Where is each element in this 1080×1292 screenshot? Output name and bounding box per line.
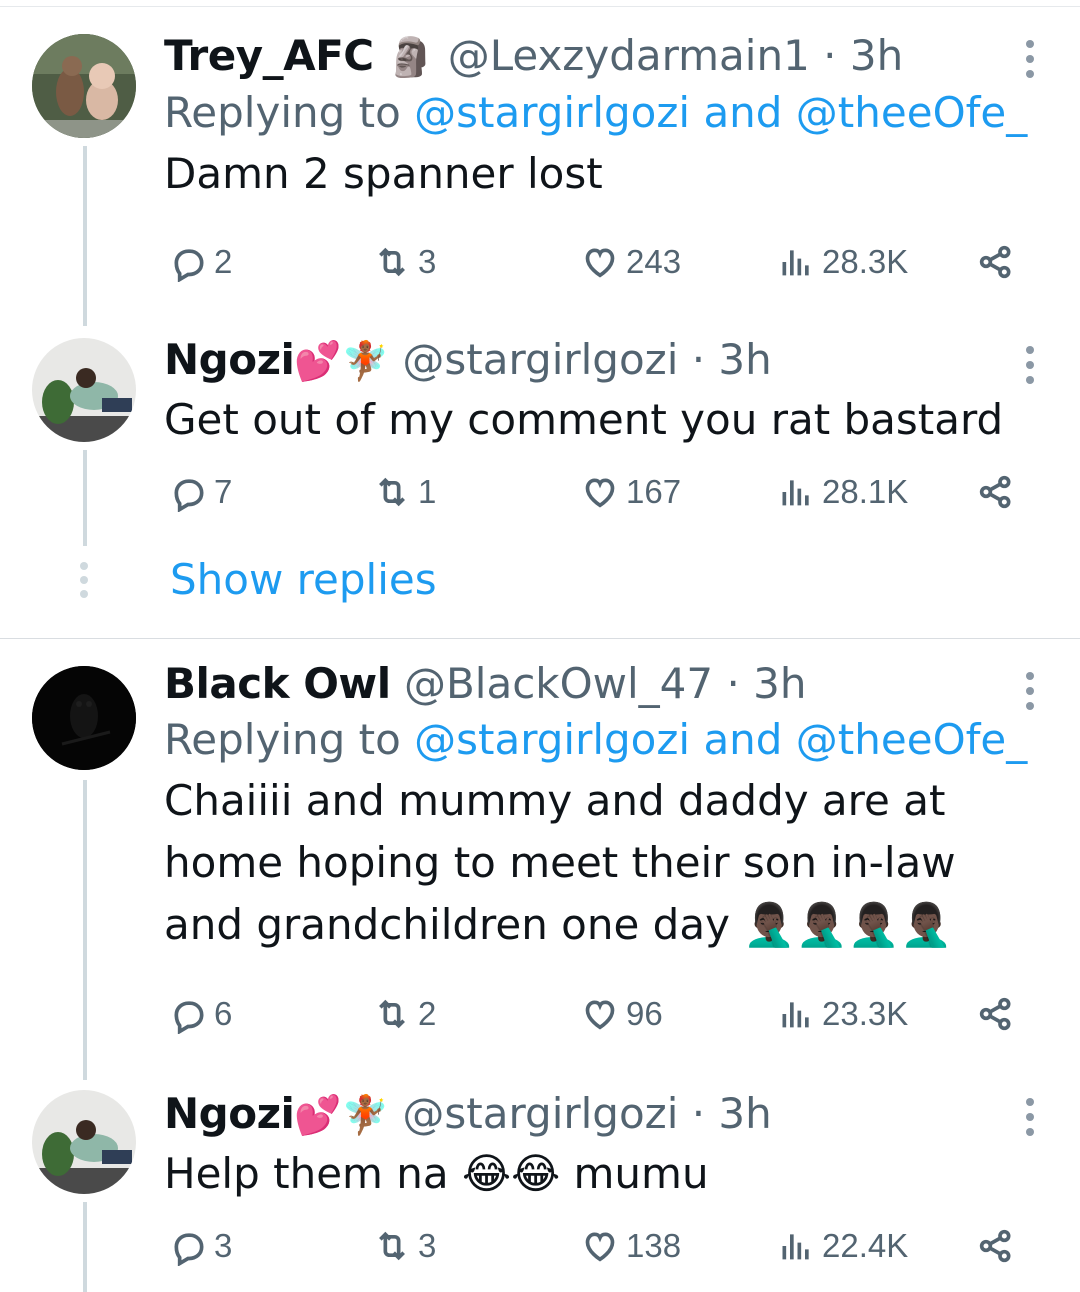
tweet-text: Get out of my comment you rat bastard	[164, 395, 1004, 444]
heart-icon	[585, 248, 615, 278]
replying-to: Replying to @stargirlgozi and @theeOfe_	[164, 715, 1028, 764]
views-icon	[782, 1002, 809, 1028]
views-button[interactable]: 28.1K	[776, 468, 908, 516]
avatar-ngozi[interactable]	[32, 338, 136, 442]
collapsed-thread-dots	[80, 562, 90, 604]
display-name[interactable]: Ngozi	[164, 1089, 295, 1138]
heart-fairy-emoji: 💕🧚🏾	[294, 339, 390, 383]
more-options-icon[interactable]	[1026, 672, 1036, 717]
more-options-icon[interactable]	[1026, 346, 1036, 391]
avatar-image	[32, 1090, 136, 1194]
avatar-image	[32, 338, 136, 442]
views-button[interactable]: 22.4K	[776, 1222, 908, 1270]
tweet-header: Black Owl @BlackOwl_47 · 3h	[164, 656, 1044, 712]
tweet-text: Help them na 😂😂 mumu	[164, 1149, 709, 1198]
retweet-button[interactable]: 3	[372, 1222, 436, 1270]
retweet-icon	[379, 999, 405, 1029]
reply-mentions-link[interactable]: @stargirlgozi and @theeOfe_	[414, 715, 1027, 764]
retweet-button[interactable]: 2	[372, 990, 436, 1038]
avatar-image	[32, 34, 136, 138]
views-button[interactable]: 23.3K	[776, 990, 908, 1038]
thread-connector	[83, 780, 87, 1080]
thread-divider	[0, 638, 1080, 639]
show-replies-link[interactable]: Show replies	[170, 552, 437, 608]
retweet-icon	[379, 1231, 405, 1261]
more-options-icon[interactable]	[1026, 40, 1036, 85]
moai-emoji: 🗿	[387, 35, 435, 79]
avatar-image	[32, 666, 136, 770]
handle-time[interactable]: @BlackOwl_47 · 3h	[404, 659, 807, 708]
handle-time[interactable]: @stargirlgozi · 3h	[402, 335, 771, 384]
avatar-trey[interactable]	[32, 34, 136, 138]
action-bar: 2 3 243 28.3K	[164, 238, 1034, 286]
display-name[interactable]: Trey_AFC	[164, 31, 374, 80]
heart-icon	[585, 1232, 615, 1262]
thread-connector	[83, 450, 87, 546]
reply-icon	[174, 1233, 204, 1266]
avatar-black-owl[interactable]	[32, 666, 136, 770]
views-icon	[782, 250, 809, 276]
reply-button[interactable]: 3	[168, 1222, 232, 1270]
tweet-header: Trey_AFC 🗿 @Lexzydarmain1 · 3h	[164, 28, 1020, 85]
like-button[interactable]: 96	[580, 990, 663, 1038]
retweet-icon	[379, 477, 405, 507]
handle-time[interactable]: @Lexzydarmain1 · 3h	[448, 31, 904, 80]
thread-connector	[83, 1202, 87, 1292]
tweet-text: Chaiiii and mummy and daddy are at home …	[164, 776, 956, 949]
tweet-text: Damn 2 spanner lost	[164, 149, 603, 198]
views-icon	[782, 1234, 809, 1260]
action-bar: 6 2 96 23.3K	[164, 990, 1034, 1038]
like-button[interactable]: 167	[580, 468, 681, 516]
share-icon	[979, 1229, 1011, 1263]
views-button[interactable]: 28.3K	[776, 238, 908, 286]
share-button[interactable]	[976, 1222, 1016, 1270]
reply-button[interactable]: 7	[168, 468, 232, 516]
top-divider	[0, 6, 1080, 7]
reply-icon	[174, 479, 204, 512]
avatar-ngozi[interactable]	[32, 1090, 136, 1194]
share-icon	[979, 475, 1011, 509]
share-button[interactable]	[976, 468, 1016, 516]
display-name[interactable]: Black Owl	[164, 659, 391, 708]
retweet-button[interactable]: 3	[372, 238, 436, 286]
reply-icon	[174, 249, 204, 282]
like-button[interactable]: 138	[580, 1222, 681, 1270]
more-options-icon[interactable]	[1026, 1098, 1036, 1143]
action-bar: 3 3 138 22.4K	[164, 1222, 1034, 1270]
heart-icon	[585, 1000, 615, 1030]
share-icon	[979, 245, 1011, 279]
heart-icon	[585, 478, 615, 508]
tweet-header: Ngozi💕🧚🏾 @stargirlgozi · 3h	[164, 1086, 1020, 1143]
heart-fairy-emoji: 💕🧚🏾	[294, 1093, 390, 1137]
handle-time[interactable]: @stargirlgozi · 3h	[402, 1089, 771, 1138]
share-icon	[979, 997, 1011, 1031]
views-icon	[782, 480, 809, 506]
reply-icon	[174, 1001, 204, 1034]
action-bar: 7 1 167 28.1K	[164, 468, 1034, 516]
reply-mentions-link[interactable]: @stargirlgozi and @theeOfe_	[414, 88, 1027, 137]
tweet-header: Ngozi💕🧚🏾 @stargirlgozi · 3h	[164, 332, 1020, 389]
retweet-button[interactable]: 1	[372, 468, 436, 516]
share-button[interactable]	[976, 238, 1016, 286]
like-button[interactable]: 243	[580, 238, 681, 286]
share-button[interactable]	[976, 990, 1016, 1038]
reply-button[interactable]: 6	[168, 990, 232, 1038]
thread-connector	[83, 146, 87, 326]
replying-to: Replying to @stargirlgozi and @theeOfe_	[164, 88, 1028, 137]
display-name[interactable]: Ngozi	[164, 335, 295, 384]
retweet-icon	[379, 247, 405, 277]
reply-button[interactable]: 2	[168, 238, 232, 286]
